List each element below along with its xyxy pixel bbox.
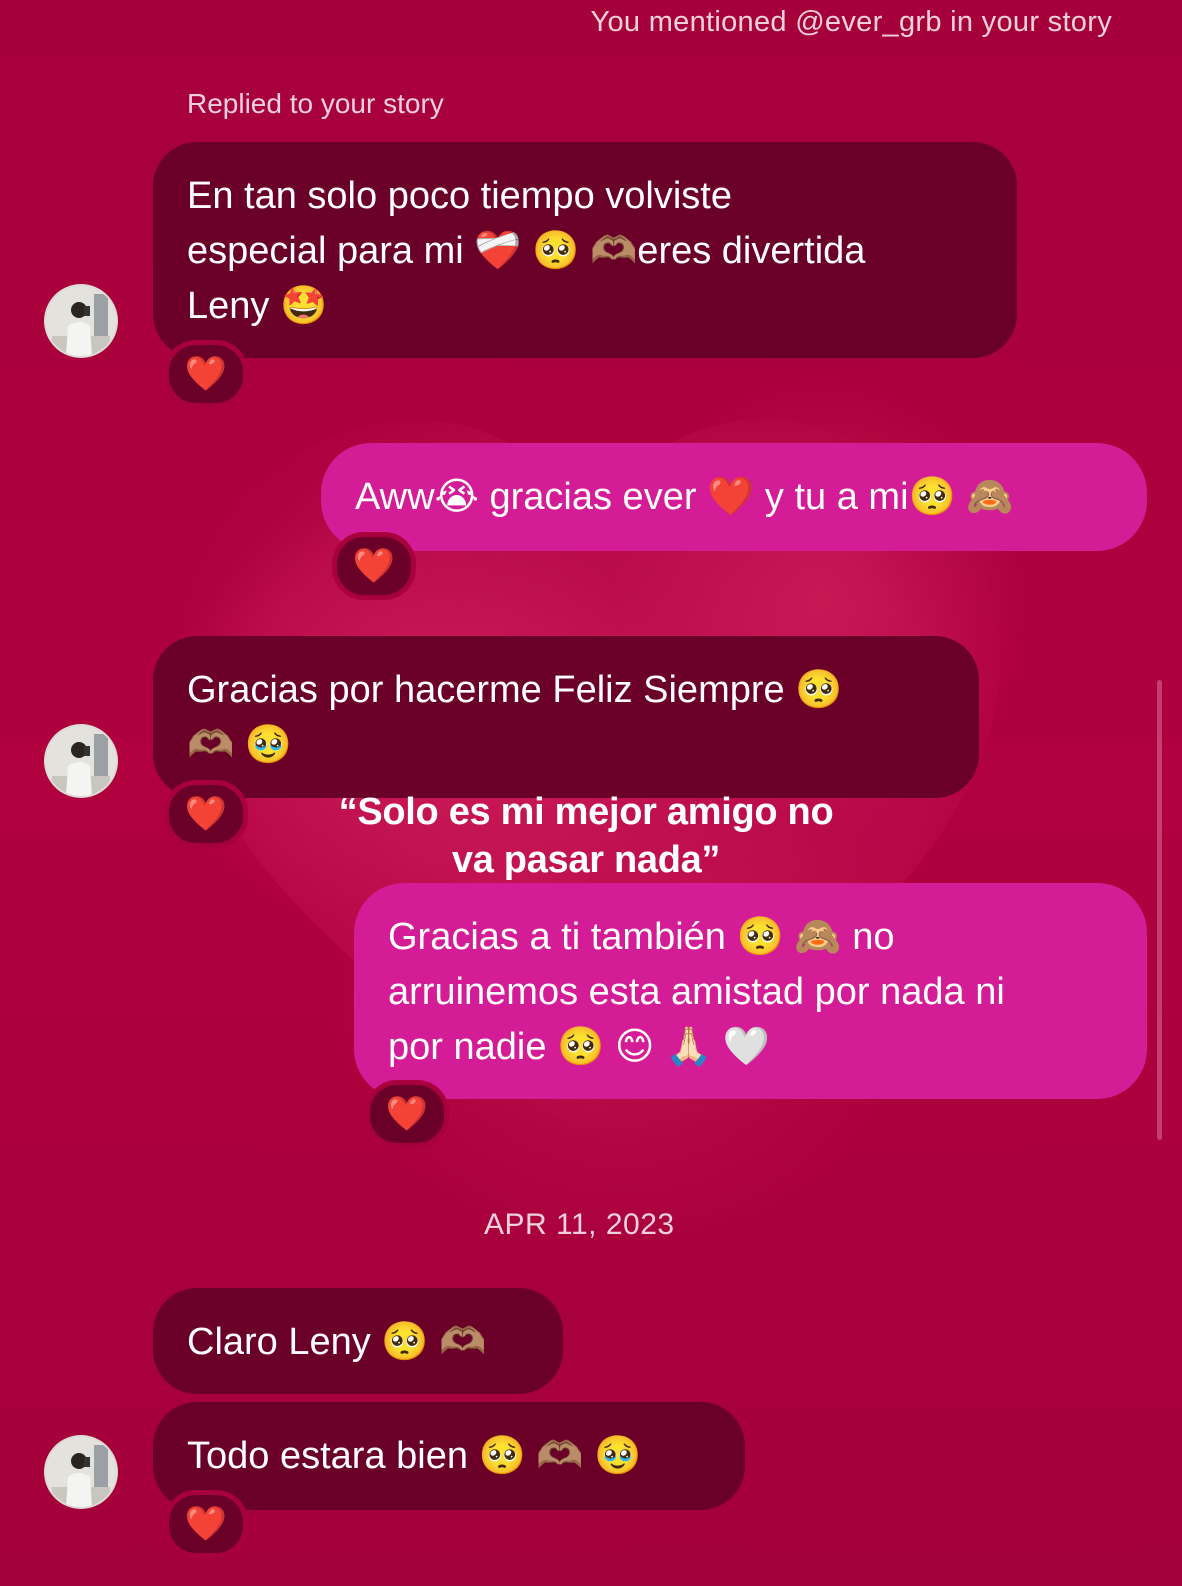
heart-reaction[interactable]: ❤️ [164,340,248,408]
message-text: por nadie 🥺 😊 🙏🏻 🤍 [388,1026,771,1068]
avatar-photo-icon [46,286,116,356]
message-text: especial para mi ❤️‍🩹 🥺 🫶🏽eres divertida [187,230,866,272]
message-text: Gracias por hacerme Feliz Siempre 🥺 [187,669,843,711]
message-bubble-outgoing[interactable]: Aww😭 gracias ever ❤️ y tu a mi🥺 🙈 [321,443,1147,551]
avatar-photo-icon [46,726,116,796]
contact-avatar[interactable] [44,284,118,358]
message-text: Todo estara bien 🥺 🫶🏽 🥹 [187,1435,642,1477]
message-text: Claro Leny 🥺 🫶🏽 [187,1321,487,1363]
message-text: Leny 🤩 [187,285,328,327]
contact-avatar[interactable] [44,724,118,798]
overlay-caption: “Solo es mi mejor amigo no va pasar nada… [300,788,872,884]
caption-line: va pasar nada” [451,839,721,881]
message-bubble-incoming[interactable]: En tan solo poco tiempo volviste especia… [153,142,1017,358]
message-text: arruinemos esta amistad por nada ni [388,971,1005,1013]
heart-reaction[interactable]: ❤️ [332,532,416,600]
message-text: 🫶🏽 🥹 [187,724,293,766]
message-text: En tan solo poco tiempo volviste [187,175,732,217]
message-bubble-incoming[interactable]: Claro Leny 🥺 🫶🏽 [153,1288,563,1394]
avatar-photo-icon [46,1437,116,1507]
message-text: Aww😭 gracias ever ❤️ y tu a mi🥺 🙈 [355,476,1014,518]
heart-reaction[interactable]: ❤️ [365,1080,449,1148]
message-bubble-outgoing[interactable]: Gracias a ti también 🥺 🙈 no arruinemos e… [354,883,1147,1099]
message-text: Gracias a ti también 🥺 🙈 no [388,916,895,958]
story-reply-label: Replied to your story [187,88,444,119]
caption-line: “Solo es mi mejor amigo no [338,791,834,833]
heart-reaction[interactable]: ❤️ [164,780,248,848]
message-bubble-incoming[interactable]: Gracias por hacerme Feliz Siempre 🥺 🫶🏽 🥹 [153,636,979,798]
date-separator: APR 11, 2023 [484,1208,675,1241]
heart-reaction[interactable]: ❤️ [164,1490,248,1558]
story-mention-notice: You mentioned @ever_grb in your story [590,6,1112,38]
contact-avatar[interactable] [44,1435,118,1509]
scrollbar[interactable] [1157,680,1162,1140]
message-bubble-incoming[interactable]: Todo estara bien 🥺 🫶🏽 🥹 [153,1402,745,1510]
